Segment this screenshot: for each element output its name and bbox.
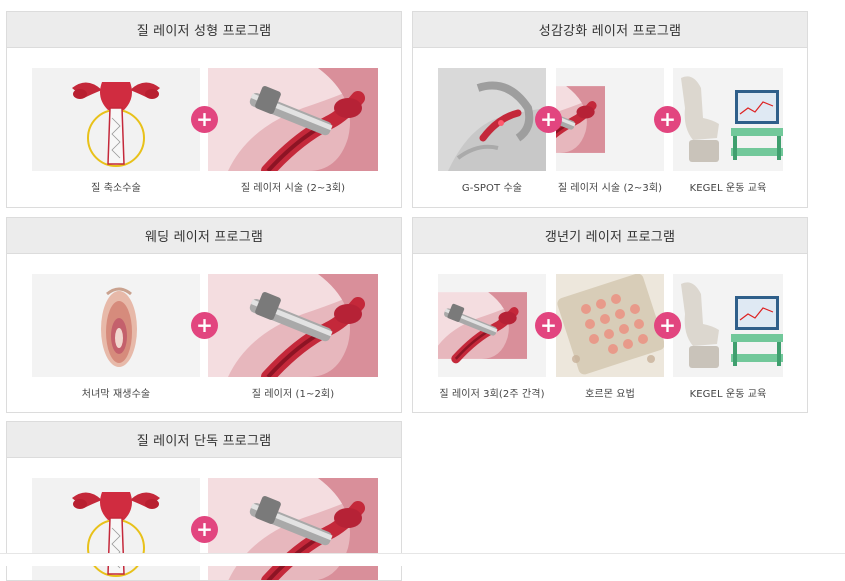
step-caption: 처녀막 재생수술 bbox=[81, 389, 151, 400]
program-step: 질 레이저 시술 (2~3회) bbox=[556, 68, 664, 194]
plus-icon: + bbox=[654, 312, 681, 339]
card-title: 질 레이저 성형 프로그램 bbox=[7, 12, 401, 48]
program-step: 처녀막 재생수술 bbox=[32, 274, 200, 400]
laser-procedure-image bbox=[556, 68, 664, 171]
card-title: 웨딩 레이저 프로그램 bbox=[7, 218, 401, 254]
step-caption: 질 레이저 시술 (2~3회) bbox=[557, 183, 663, 194]
step-caption: KEGEL 운동 교육 bbox=[689, 389, 767, 400]
laser-procedure-image bbox=[208, 68, 378, 171]
program-card-sensation-enhancement: 성감강화 레이저 프로그램 G-SPOT 수술 + 질 레이저 시술 (2~3회… bbox=[412, 11, 808, 208]
step-caption: 질 레이저 시술 (2~3회) bbox=[240, 183, 346, 194]
kegel-chair-image bbox=[673, 274, 783, 377]
program-step: 호르몬 요법 bbox=[556, 274, 664, 400]
uterus-diagram-image bbox=[32, 68, 200, 171]
card-title: 성감강화 레이저 프로그램 bbox=[413, 12, 807, 48]
kegel-chair-image bbox=[673, 68, 783, 171]
hormone-pills-image bbox=[556, 274, 664, 377]
program-step: 질 레이저 시술 (2~3회) bbox=[208, 68, 378, 194]
gspot-anatomy-image bbox=[438, 68, 546, 171]
plus-icon: + bbox=[191, 516, 218, 543]
program-step: 질 레이저 (1~2회) bbox=[208, 274, 378, 400]
program-step: 질 축소수술 bbox=[32, 68, 200, 194]
program-card-wedding-laser: 웨딩 레이저 프로그램 처녀막 재생수술 + 질 레이저 (1~2회) bbox=[6, 217, 402, 413]
step-caption: KEGEL 운동 교육 bbox=[689, 183, 767, 194]
program-step: KEGEL 운동 교육 bbox=[673, 68, 783, 194]
step-caption: 질 레이저 3회(2주 간격) bbox=[439, 389, 545, 400]
program-step: G-SPOT 수술 bbox=[438, 68, 546, 194]
program-step: 질 레이저 3회(2주 간격) bbox=[438, 274, 546, 400]
laser-procedure-image bbox=[208, 274, 378, 377]
card-title: 질 레이저 단독 프로그램 bbox=[7, 422, 401, 458]
program-card-vaginal-laser-shaping: 질 레이저 성형 프로그램 질 축소수술 + 질 레이저 시술 (2~3회) bbox=[6, 11, 402, 208]
hymen-image bbox=[32, 274, 200, 377]
plus-icon: + bbox=[654, 106, 681, 133]
plus-icon: + bbox=[535, 312, 562, 339]
plus-icon: + bbox=[191, 106, 218, 133]
step-caption: 호르몬 요법 bbox=[585, 389, 635, 400]
step-caption: G-SPOT 수술 bbox=[461, 183, 523, 194]
step-caption: 질 축소수술 bbox=[91, 183, 141, 194]
step-caption: 질 레이저 (1~2회) bbox=[251, 389, 335, 400]
card-title: 갱년기 레이저 프로그램 bbox=[413, 218, 807, 254]
plus-icon: + bbox=[535, 106, 562, 133]
laser-procedure-image bbox=[438, 274, 546, 377]
program-step: KEGEL 운동 교육 bbox=[673, 274, 783, 400]
page-fold-divider bbox=[0, 553, 845, 566]
program-card-menopause-laser: 갱년기 레이저 프로그램 질 레이저 3회(2주 간격) + 호르몬 요법 + … bbox=[412, 217, 808, 413]
plus-icon: + bbox=[191, 312, 218, 339]
